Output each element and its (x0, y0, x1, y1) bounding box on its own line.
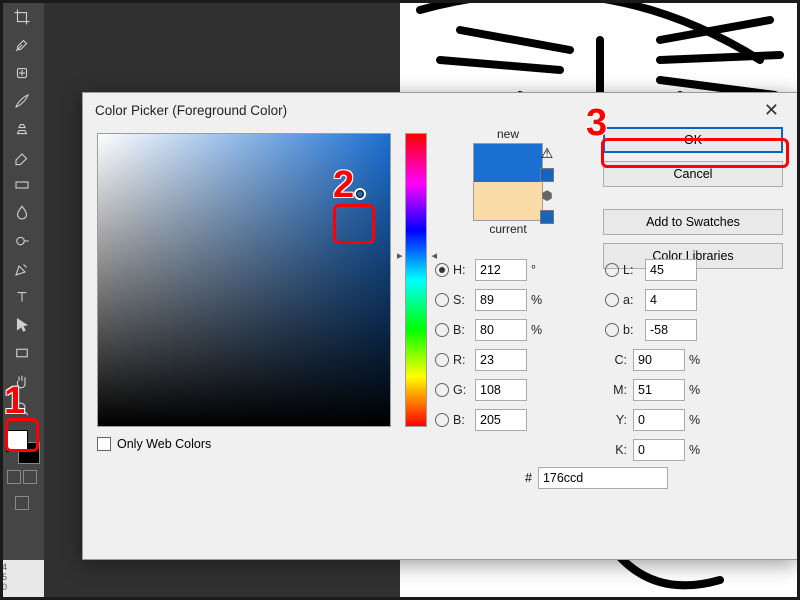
healing-brush-tool[interactable] (4, 60, 40, 86)
eraser-tool[interactable] (4, 144, 40, 170)
saturation-brightness-field[interactable] (97, 133, 391, 427)
gamut-warnings: ⚠ ⬢ (535, 145, 559, 224)
new-label: new (453, 127, 563, 141)
a-radio[interactable] (605, 293, 619, 307)
tools-panel (0, 0, 44, 600)
ok-button[interactable]: OK (603, 127, 783, 153)
gamut-swatch-1[interactable] (540, 168, 554, 182)
current-label: current (453, 222, 563, 236)
brush-tool[interactable] (4, 88, 40, 114)
l-radio[interactable] (605, 263, 619, 277)
r-radio[interactable] (435, 353, 449, 367)
blur-tool[interactable] (4, 200, 40, 226)
b-input[interactable] (475, 409, 527, 431)
lab-b-input[interactable] (645, 319, 697, 341)
color-selection-ring[interactable] (354, 188, 366, 200)
m-input[interactable] (633, 379, 685, 401)
gradient-tool[interactable] (4, 172, 40, 198)
dialog-titlebar: Color Picker (Foreground Color) ✕ (83, 93, 797, 127)
pen-tool[interactable] (4, 256, 40, 282)
sat-input[interactable] (475, 289, 527, 311)
only-web-colors-checkbox[interactable] (97, 437, 111, 451)
k-input[interactable] (633, 439, 685, 461)
ruler-fragment: 450 (0, 560, 44, 600)
gamut-warning-icon[interactable]: ⚠ (541, 145, 554, 162)
hex-label: # (525, 471, 532, 485)
hue-radio[interactable] (435, 263, 449, 277)
a-input[interactable] (645, 289, 697, 311)
clone-stamp-tool[interactable] (4, 116, 40, 142)
hue-input[interactable] (475, 259, 527, 281)
close-icon[interactable]: ✕ (758, 100, 785, 121)
new-color-swatch[interactable] (474, 144, 542, 182)
hue-slider-thumb[interactable]: ▸◂ (397, 249, 437, 259)
g-input[interactable] (475, 379, 527, 401)
r-input[interactable] (475, 349, 527, 371)
current-color-swatch[interactable] (474, 182, 542, 220)
c-input[interactable] (633, 349, 685, 371)
foreground-color-swatch[interactable] (6, 430, 28, 452)
b-radio[interactable] (435, 413, 449, 427)
hex-input[interactable] (538, 467, 668, 489)
sat-radio[interactable] (435, 293, 449, 307)
gamut-swatch-2[interactable] (540, 210, 554, 224)
dodge-tool[interactable] (4, 228, 40, 254)
crop-tool[interactable] (4, 4, 40, 30)
add-to-swatches-button[interactable]: Add to Swatches (603, 209, 783, 235)
color-swatches[interactable] (4, 428, 40, 464)
only-web-colors-label: Only Web Colors (117, 437, 211, 451)
cancel-button[interactable]: Cancel (603, 161, 783, 187)
websafe-warning-icon[interactable]: ⬢ (541, 188, 552, 204)
quick-mask-toggle[interactable] (4, 470, 40, 490)
hue-slider[interactable] (405, 133, 427, 427)
l-input[interactable] (645, 259, 697, 281)
zoom-tool[interactable] (4, 396, 40, 422)
dialog-title: Color Picker (Foreground Color) (95, 103, 287, 118)
bri-radio[interactable] (435, 323, 449, 337)
hand-tool[interactable] (4, 368, 40, 394)
lab-b-radio[interactable] (605, 323, 619, 337)
color-picker-dialog: Color Picker (Foreground Color) ✕ ▸◂ new… (82, 92, 798, 560)
path-selection-tool[interactable] (4, 312, 40, 338)
type-tool[interactable] (4, 284, 40, 310)
screen-mode-toggle[interactable] (4, 496, 40, 516)
rectangle-tool[interactable] (4, 340, 40, 366)
g-radio[interactable] (435, 383, 449, 397)
eyedropper-tool[interactable] (4, 32, 40, 58)
y-input[interactable] (633, 409, 685, 431)
bri-input[interactable] (475, 319, 527, 341)
